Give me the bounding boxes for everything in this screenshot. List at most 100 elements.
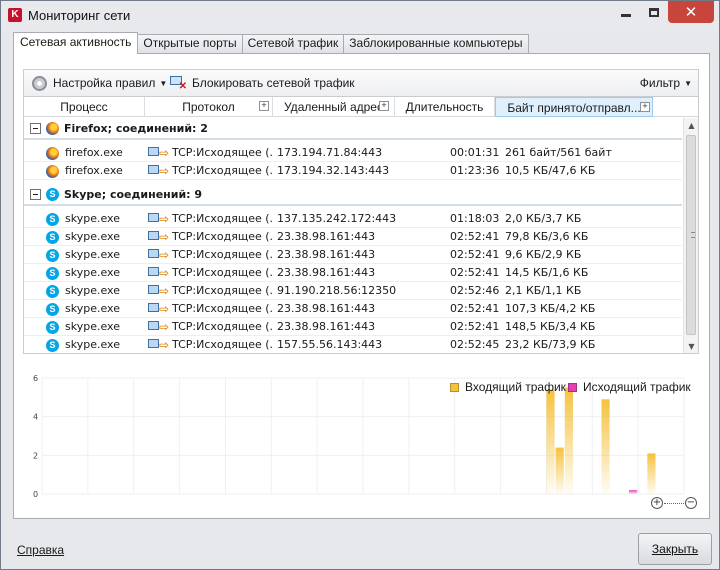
column-header-remote-address[interactable]: Удаленный адрес + bbox=[273, 97, 395, 117]
duration-cell: 01:23:36 bbox=[450, 164, 500, 177]
process-cell: skype.exe bbox=[65, 284, 120, 297]
toolbar: Настройка правил ▼ ✕ Блокировать сетевой… bbox=[23, 69, 699, 96]
process-cell: skype.exe bbox=[65, 230, 120, 243]
tab-network-traffic[interactable]: Сетевой трафик bbox=[241, 34, 345, 53]
minimize-button[interactable] bbox=[613, 1, 639, 23]
table-body: Firefox; соединений: 2 firefox.exe ⇨ TCP:… bbox=[24, 118, 682, 353]
network-activity-panel: Настройка правил ▼ ✕ Блокировать сетевой… bbox=[13, 53, 710, 519]
scroll-up-icon[interactable]: ▲ bbox=[684, 118, 698, 133]
bytes-cell: 107,3 КБ/4,2 КБ bbox=[505, 302, 596, 315]
bytes-cell: 261 байт/561 байт bbox=[505, 146, 612, 159]
outgoing-connection-icon: ⇨ bbox=[148, 284, 170, 298]
outgoing-connection-icon: ⇨ bbox=[148, 212, 170, 226]
legend-incoming-label: Входящий трафик bbox=[465, 380, 566, 394]
collapse-icon[interactable] bbox=[30, 188, 41, 200]
zoom-out-icon[interactable]: − bbox=[685, 497, 697, 509]
table-row[interactable]: Sskype.exe ⇨ TCP:Исходящее (... 23.38.98.… bbox=[24, 318, 682, 336]
dropdown-arrow-icon: ▼ bbox=[159, 78, 168, 88]
maximize-icon bbox=[649, 7, 659, 17]
skype-icon: S bbox=[46, 338, 59, 352]
outgoing-bar bbox=[628, 490, 638, 494]
outgoing-connection-icon: ⇨ bbox=[148, 248, 170, 262]
column-header-protocol[interactable]: Протокол + bbox=[145, 97, 273, 117]
address-cell: 137.135.242.172:443 bbox=[277, 212, 397, 225]
tab-blocked-computers[interactable]: Заблокированные компьютеры bbox=[343, 34, 529, 53]
table-row[interactable]: Sskype.exe ⇨ TCP:Исходящее (... 23.38.98.… bbox=[24, 246, 682, 264]
collapse-icon[interactable] bbox=[30, 122, 41, 134]
table-row[interactable]: Sskype.exe ⇨ TCP:Исходящее (... 23.38.98.… bbox=[24, 228, 682, 246]
duration-cell: 00:01:31 bbox=[450, 146, 500, 159]
outgoing-connection-icon: ⇨ bbox=[148, 266, 170, 280]
help-link[interactable]: Справка bbox=[17, 543, 64, 557]
duration-cell: 02:52:41 bbox=[450, 230, 500, 243]
tab-bar: Сетевая активность Открытые порты Сетево… bbox=[13, 32, 529, 54]
address-cell: 173.194.32.143:443 bbox=[277, 164, 390, 177]
firefox-icon bbox=[46, 121, 59, 135]
zoom-in-icon[interactable]: + bbox=[651, 497, 663, 509]
address-cell: 157.55.56.143:443 bbox=[277, 338, 383, 351]
duration-cell: 02:52:41 bbox=[450, 302, 500, 315]
kaspersky-logo-icon: K bbox=[8, 8, 22, 22]
y-tick-label: 0 bbox=[33, 490, 38, 499]
scroll-down-icon[interactable]: ▼ bbox=[684, 339, 698, 353]
skype-icon: S bbox=[46, 302, 59, 316]
incoming-bar bbox=[601, 399, 610, 494]
incoming-bar bbox=[647, 453, 656, 494]
close-window-button[interactable]: ✕ bbox=[668, 1, 714, 23]
column-header-process[interactable]: Процесс bbox=[24, 97, 145, 117]
table-row[interactable]: Sskype.exe ⇨ TCP:Исходящее (... 157.55.56… bbox=[24, 336, 682, 353]
bytes-cell: 79,8 КБ/3,6 КБ bbox=[505, 230, 589, 243]
group-label: Skype; соединений: 9 bbox=[64, 187, 203, 201]
process-cell: skype.exe bbox=[65, 248, 120, 261]
firefox-icon bbox=[46, 146, 59, 160]
address-cell: 23.38.98.161:443 bbox=[277, 320, 376, 333]
address-cell: 91.190.218.56:12350 bbox=[277, 284, 397, 297]
duration-cell: 02:52:41 bbox=[450, 266, 500, 279]
group-label: Firefox; соединений: 2 bbox=[64, 121, 208, 135]
window-title: Мониторинг сети bbox=[28, 8, 131, 23]
process-cell: skype.exe bbox=[65, 266, 120, 279]
bytes-cell: 23,2 КБ/73,9 КБ bbox=[505, 338, 596, 351]
zoom-control: + − bbox=[651, 497, 697, 509]
protocol-cell: TCP:Исходящее (... bbox=[172, 284, 272, 297]
table-row[interactable]: firefox.exe ⇨ TCP:Исходящее (... 173.194.… bbox=[24, 144, 682, 162]
table-row[interactable]: Sskype.exe ⇨ TCP:Исходящее (... 23.38.98.… bbox=[24, 264, 682, 282]
column-header-duration[interactable]: Длительность bbox=[395, 97, 495, 117]
close-button[interactable]: Закрыть bbox=[638, 533, 712, 565]
column-header-bytes[interactable]: Байт принято/отправл... + bbox=[495, 97, 653, 117]
incoming-swatch bbox=[450, 382, 459, 392]
tab-open-ports[interactable]: Открытые порты bbox=[137, 34, 243, 53]
skype-icon: S bbox=[46, 266, 59, 280]
traffic-chart: 6 4 2 0 Входящий трафик Исходящий трафик + … bbox=[14, 366, 709, 518]
table-row[interactable]: Sskype.exe ⇨ TCP:Исходящее (... 23.38.98.… bbox=[24, 300, 682, 318]
group-row-skype[interactable]: S Skype; соединений: 9 bbox=[24, 184, 682, 206]
expand-column-icon[interactable]: + bbox=[640, 102, 650, 112]
incoming-bar bbox=[555, 447, 564, 494]
tab-network-activity[interactable]: Сетевая активность bbox=[13, 32, 139, 54]
duration-cell: 02:52:45 bbox=[450, 338, 500, 351]
maximize-button[interactable] bbox=[641, 1, 667, 23]
filter-button[interactable]: Фильтр ▼ bbox=[640, 74, 692, 92]
filter-label: Фильтр bbox=[639, 76, 681, 90]
close-icon: ✕ bbox=[684, 3, 698, 21]
process-cell: firefox.exe bbox=[65, 146, 123, 159]
skype-icon: S bbox=[46, 320, 59, 334]
table-row[interactable]: Sskype.exe ⇨ TCP:Исходящее (... 137.135.2… bbox=[24, 210, 682, 228]
title-bar[interactable]: K Мониторинг сети ✕ bbox=[1, 1, 719, 31]
table-row[interactable]: Sskype.exe ⇨ TCP:Исходящее (... 91.190.21… bbox=[24, 282, 682, 300]
zoom-slider[interactable] bbox=[664, 502, 684, 504]
vertical-scrollbar[interactable]: ▲ ▼ bbox=[683, 118, 698, 353]
bytes-cell: 10,5 КБ/47,6 КБ bbox=[505, 164, 596, 177]
rules-settings-button[interactable]: Настройка правил ▼ bbox=[32, 74, 167, 92]
expand-column-icon[interactable]: + bbox=[259, 101, 269, 111]
protocol-cell: TCP:Исходящее (... bbox=[172, 146, 272, 159]
group-row-firefox[interactable]: Firefox; соединений: 2 bbox=[24, 118, 682, 140]
minimize-icon bbox=[621, 13, 631, 17]
scrollbar-thumb[interactable] bbox=[686, 135, 696, 335]
outgoing-swatch bbox=[568, 382, 577, 392]
y-tick-label: 2 bbox=[33, 451, 38, 460]
block-traffic-button[interactable]: ✕ Блокировать сетевой трафик bbox=[170, 74, 355, 92]
expand-column-icon[interactable]: + bbox=[379, 101, 389, 111]
process-cell: skype.exe bbox=[65, 212, 120, 225]
table-row[interactable]: firefox.exe ⇨ TCP:Исходящее (... 173.194.… bbox=[24, 162, 682, 180]
